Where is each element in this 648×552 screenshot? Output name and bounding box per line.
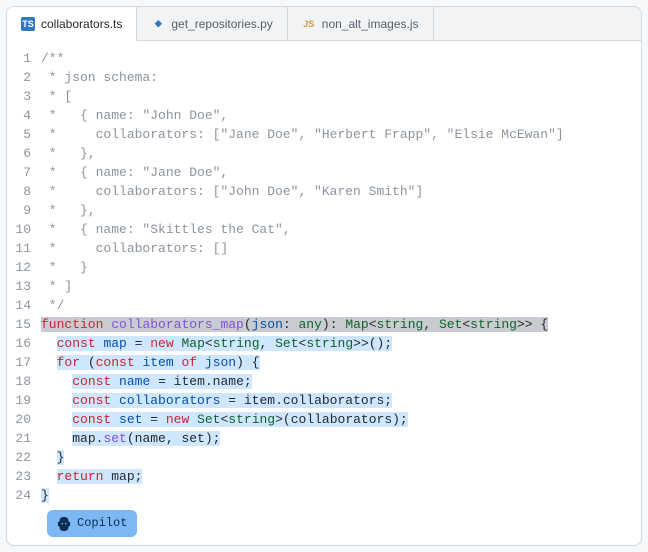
line-number: 18 [7, 372, 31, 391]
code-line[interactable]: for (const item of json) { [41, 353, 631, 372]
code-area[interactable]: 123456789101112131415161718192021222324 … [7, 41, 641, 545]
code-lines[interactable]: /** * json schema: * [ * { name: "John D… [41, 49, 641, 505]
code-line[interactable]: * }, [41, 201, 631, 220]
code-line[interactable]: function collaborators_map(json: any): M… [41, 315, 631, 334]
code-line[interactable]: * ] [41, 277, 631, 296]
code-line[interactable]: * { name: "Jane Doe", [41, 163, 631, 182]
line-number: 1 [7, 49, 31, 68]
code-editor: TS collaborators.ts ◆ get_repositories.py JS… [6, 6, 642, 546]
line-number: 23 [7, 467, 31, 486]
copilot-button[interactable]: Copilot [47, 510, 137, 537]
tab-label: non_alt_images.js [322, 17, 419, 31]
line-number: 4 [7, 106, 31, 125]
code-line[interactable]: } [41, 448, 631, 467]
line-number: 16 [7, 334, 31, 353]
copilot-icon [57, 517, 71, 531]
line-number: 10 [7, 220, 31, 239]
line-number: 22 [7, 448, 31, 467]
python-icon: ◆ [151, 17, 165, 31]
code-line[interactable]: * json schema: [41, 68, 631, 87]
line-number: 12 [7, 258, 31, 277]
line-number: 8 [7, 182, 31, 201]
line-number: 20 [7, 410, 31, 429]
line-number: 9 [7, 201, 31, 220]
line-number: 17 [7, 353, 31, 372]
code-line[interactable]: * collaborators: ["John Doe", "Karen Smi… [41, 182, 631, 201]
line-number: 24 [7, 486, 31, 505]
tab-non_alt_images-js[interactable]: JS non_alt_images.js [288, 7, 434, 40]
code-line[interactable]: const map = new Map<string, Set<string>>… [41, 334, 631, 353]
line-number: 19 [7, 391, 31, 410]
tab-label: collaborators.ts [41, 17, 122, 31]
javascript-icon: JS [302, 17, 316, 31]
code-line[interactable]: const collaborators = item.collaborators… [41, 391, 631, 410]
code-line[interactable]: * } [41, 258, 631, 277]
code-line[interactable]: * }, [41, 144, 631, 163]
tab-label: get_repositories.py [171, 17, 272, 31]
code-line[interactable]: * collaborators: [] [41, 239, 631, 258]
copilot-label: Copilot [77, 514, 127, 533]
code-line[interactable]: * collaborators: ["Jane Doe", "Herbert F… [41, 125, 631, 144]
line-number: 7 [7, 163, 31, 182]
line-number: 13 [7, 277, 31, 296]
code-line[interactable]: return map; [41, 467, 631, 486]
line-number: 5 [7, 125, 31, 144]
line-number: 11 [7, 239, 31, 258]
code-line[interactable]: */ [41, 296, 631, 315]
line-number-gutter: 123456789101112131415161718192021222324 [7, 49, 41, 505]
code-line[interactable]: /** [41, 49, 631, 68]
code-line[interactable]: * [ [41, 87, 631, 106]
code-line[interactable]: * { name: "John Doe", [41, 106, 631, 125]
line-number: 2 [7, 68, 31, 87]
line-number: 6 [7, 144, 31, 163]
code-line[interactable]: const set = new Set<string>(collaborator… [41, 410, 631, 429]
line-number: 14 [7, 296, 31, 315]
line-number: 3 [7, 87, 31, 106]
code-line[interactable]: map.set(name, set); [41, 429, 631, 448]
typescript-icon: TS [21, 17, 35, 31]
code-line[interactable]: const name = item.name; [41, 372, 631, 391]
line-number: 21 [7, 429, 31, 448]
tab-get_repositories-py[interactable]: ◆ get_repositories.py [137, 7, 287, 40]
code-line[interactable]: } [41, 486, 631, 505]
tab-bar: TS collaborators.ts ◆ get_repositories.py JS… [7, 7, 641, 41]
line-number: 15 [7, 315, 31, 334]
tab-collaborators-ts[interactable]: TS collaborators.ts [7, 7, 137, 41]
code-line[interactable]: * { name: "Skittles the Cat", [41, 220, 631, 239]
